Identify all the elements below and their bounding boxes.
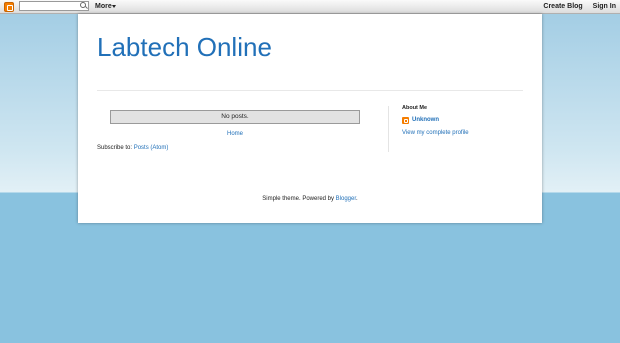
posts-atom-link[interactable]: Posts (Atom) (134, 145, 169, 151)
create-blog-link[interactable]: Create Blog (543, 3, 582, 10)
blogger-navbar: More Create Blog Sign In (0, 0, 620, 14)
subscribe-label: Subscribe to: (97, 145, 133, 151)
blog-content-panel: Labtech Online No posts. Home Subscribe … (78, 14, 542, 223)
footer-period: . (356, 196, 358, 202)
footer: Simple theme. Powered by Blogger. (78, 196, 542, 202)
blog-title[interactable]: Labtech Online (97, 32, 272, 62)
blogger-link[interactable]: Blogger (336, 196, 356, 202)
header-divider (97, 90, 523, 91)
navbar-actions: Create Blog Sign In (535, 1, 616, 12)
chevron-down-icon[interactable] (112, 5, 116, 8)
view-profile-link[interactable]: View my complete profile (402, 130, 469, 136)
blogger-logo-icon[interactable] (4, 2, 14, 12)
about-me-heading: About Me (402, 105, 428, 111)
search-icon[interactable] (77, 1, 89, 11)
blogger-profile-icon (402, 117, 409, 124)
profile-name-link[interactable]: Unknown (412, 117, 439, 123)
subscribe-line: Subscribe to: Posts (Atom) (97, 145, 168, 151)
more-menu-button[interactable]: More (95, 1, 112, 12)
home-link[interactable]: Home (110, 131, 360, 137)
footer-text: Simple theme. Powered by (262, 196, 334, 202)
no-posts-message: No posts. (110, 110, 360, 124)
sidebar-divider (388, 106, 389, 152)
sign-in-link[interactable]: Sign In (593, 3, 616, 10)
